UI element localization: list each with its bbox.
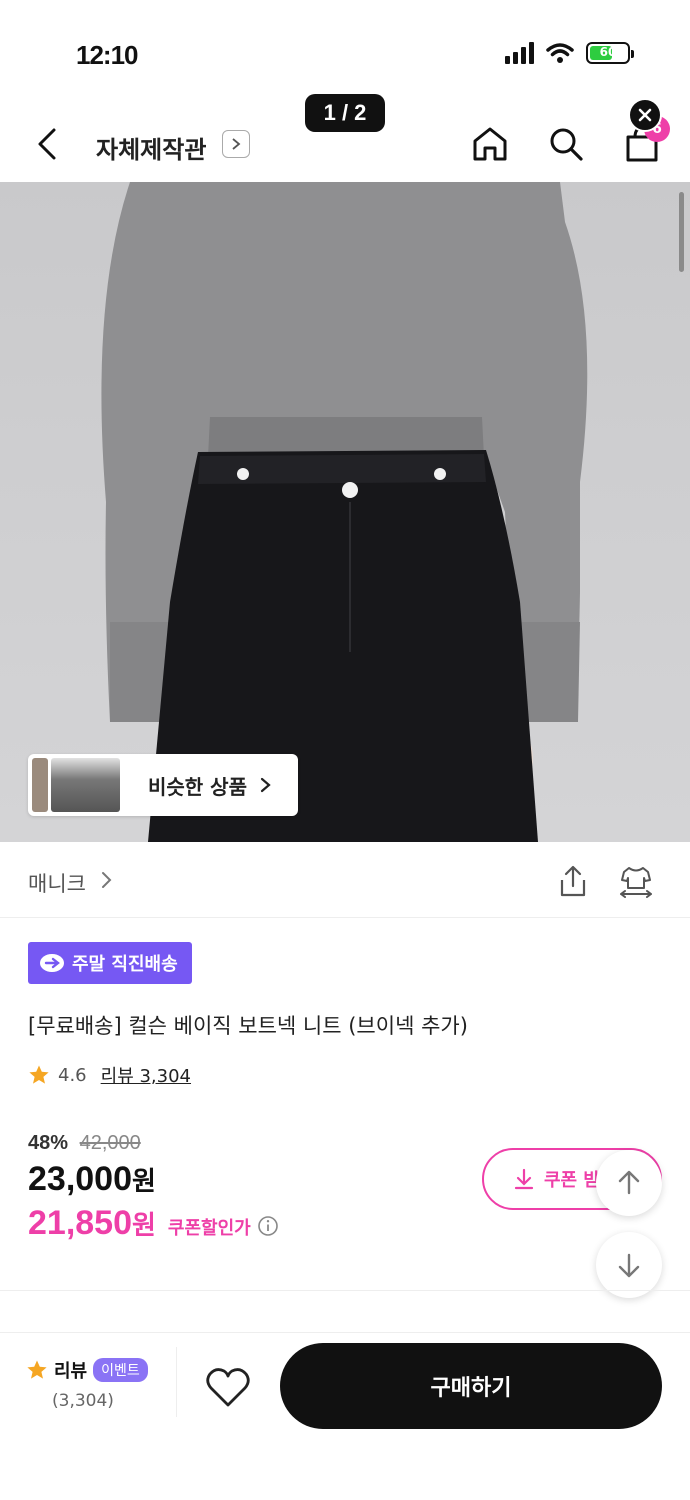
rating-row: 4.6 리뷰 3,304 [28,1062,191,1088]
rating-value: 4.6 [58,1064,87,1086]
scroll-up-button[interactable] [596,1150,662,1216]
coupon-price-label: 쿠폰할인가 [167,1218,251,1238]
product-photo [101,182,588,842]
wifi-icon [546,43,574,63]
sale-price: 23,000원 [28,1160,156,1199]
product-title: [무료배송] 컬슨 베이직 보트넥 니트 (브이넥 추가) [28,1014,468,1038]
delivery-icon [40,954,64,972]
review-link[interactable]: 리뷰 3,304 [101,1062,191,1088]
info-icon[interactable] [257,1215,279,1237]
coupon-price: 21,850원 [28,1204,156,1243]
bottom-action-bar: 리뷰 이벤트 (3,304) 구매하기 [0,1332,690,1500]
bar-divider [176,1347,177,1417]
event-badge: 이벤트 [93,1358,148,1382]
delivery-badge-label: 주말 직진배송 [72,954,178,975]
similar-label: 비슷한 상품 [148,774,247,799]
heart-icon[interactable] [204,1365,252,1409]
close-icon[interactable] [628,98,662,132]
brand-row: 매니크 [0,842,690,918]
store-name[interactable]: 자체제작관 [96,130,206,165]
sale-price-unit: 원 [132,1166,156,1196]
scroll-down-button[interactable] [596,1232,662,1298]
share-icon[interactable] [556,864,590,898]
coupon-price-unit: 원 [132,1210,156,1240]
star-icon [29,1065,49,1084]
discount-row: 48% 42,000 [28,1132,141,1155]
status-time: 12:10 [76,40,138,70]
similar-products-button[interactable]: 비슷한 상품 [28,754,298,816]
buy-button[interactable]: 구매하기 [280,1343,662,1429]
coupon-price-value: 21,850 [28,1204,132,1242]
image-scroll-indicator [679,192,684,272]
battery-icon: 60 [586,42,634,64]
review-label: 리뷰 [54,1361,88,1382]
star-icon [27,1360,47,1379]
brand-chevron-icon[interactable] [100,870,114,890]
status-icons: 60 [505,42,634,64]
coupon-price-row: 21,850원 쿠폰할인가 [28,1204,279,1243]
review-summary-button[interactable]: 리뷰 이벤트 (3,304) [26,1357,176,1411]
back-icon[interactable] [32,124,64,164]
brand-name[interactable]: 매니크 [28,868,86,898]
review-count: (3,304) [52,1391,114,1411]
battery-level: 60 [599,45,617,59]
arrow-up-icon [618,1170,640,1195]
home-icon[interactable] [470,124,510,164]
signal-icon [505,42,534,64]
original-price: 42,000 [79,1132,141,1154]
download-icon [514,1168,534,1190]
section-divider [0,1290,690,1291]
similar-thumbnails [32,758,120,812]
weekend-delivery-badge: 주말 직진배송 [28,942,192,984]
arrow-down-icon [618,1253,640,1278]
store-chevron-icon[interactable] [222,130,250,158]
fitting-icon[interactable] [618,864,654,898]
status-bar: 12:10 60 [0,0,690,100]
header: 자체제작관 [0,110,690,182]
product-image[interactable]: 비슷한 상품 [0,182,690,842]
chevron-right-icon [260,777,271,793]
discount-percent: 48% [28,1132,69,1154]
sale-price-value: 23,000 [28,1160,132,1198]
search-icon[interactable] [546,124,586,164]
